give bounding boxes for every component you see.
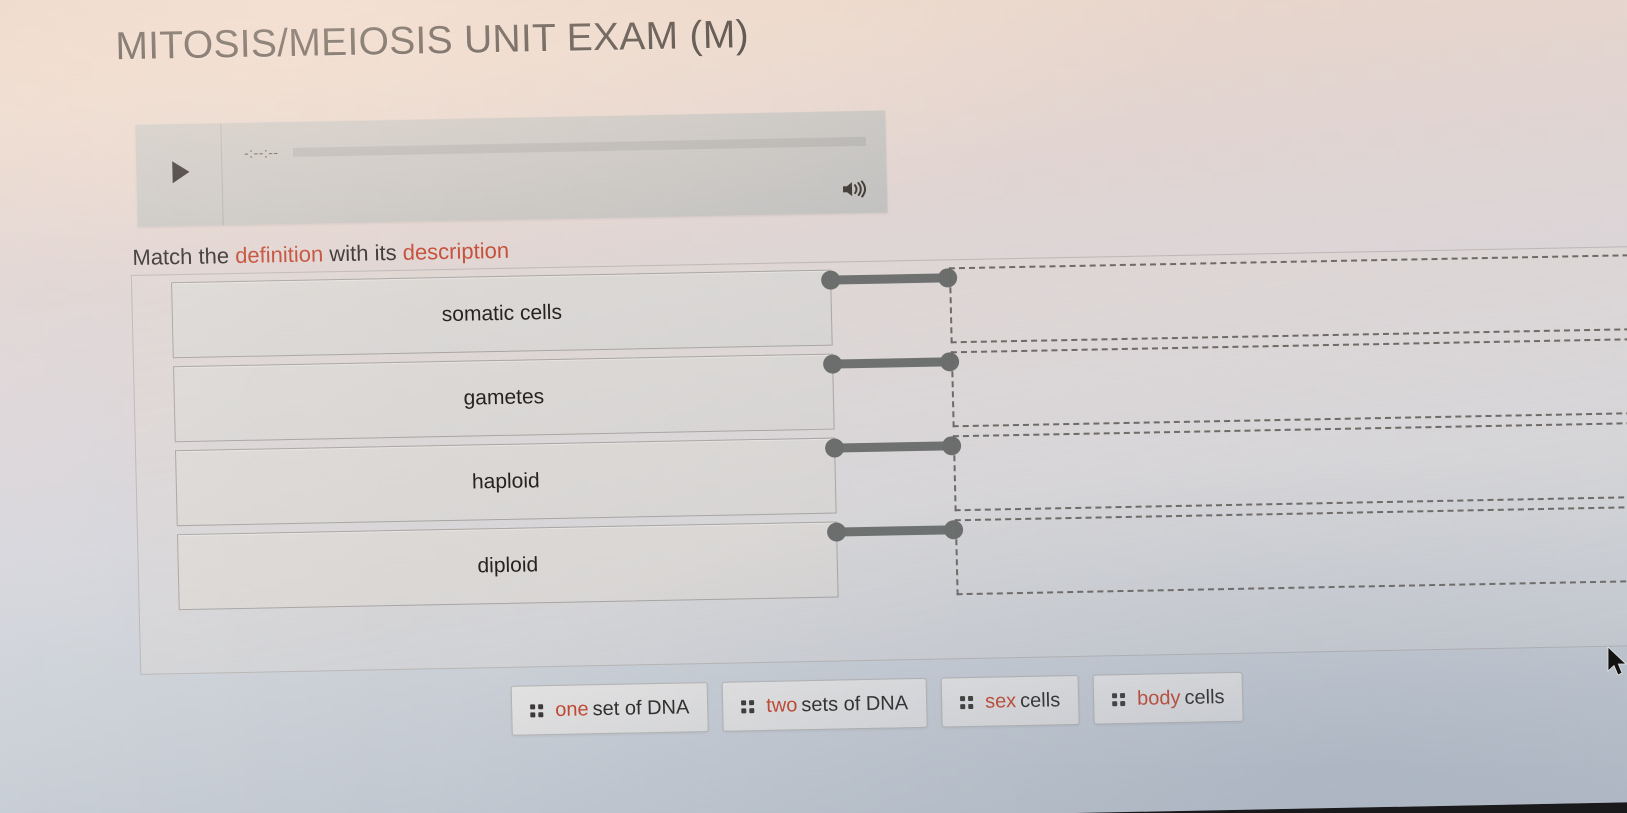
drag-handle-icon[interactable] xyxy=(530,703,544,717)
quiz-page: MITOSIS/MEIOSIS UNIT EXAM (M) -:--:-- Ma… xyxy=(0,0,1627,813)
answer-chip-rest: sets of DNA xyxy=(801,691,909,716)
answer-chip-rest: cells xyxy=(1184,685,1225,709)
answer-chip-0[interactable]: one set of DNA xyxy=(510,682,709,736)
answer-chip-word-1: two xyxy=(765,693,798,717)
match-rows: somatic cells gametes haploid diploid xyxy=(131,253,1627,618)
connector-dot-left[interactable] xyxy=(824,437,845,458)
audio-progress-bar[interactable] xyxy=(292,136,867,157)
match-connector-0[interactable] xyxy=(820,267,958,290)
audio-player-controls: -:--:-- xyxy=(221,111,886,162)
volume-button[interactable] xyxy=(839,177,870,202)
answer-chip-rest: cells xyxy=(1019,688,1061,712)
connector-bar xyxy=(833,440,954,453)
match-dropzone-0[interactable] xyxy=(948,253,1627,344)
connector-bar xyxy=(831,356,952,369)
match-dropzone-2[interactable] xyxy=(952,421,1627,512)
audio-player[interactable]: -:--:-- xyxy=(135,110,888,227)
connector-dot-left[interactable] xyxy=(826,521,847,542)
instruction-part-2: with its xyxy=(322,239,403,267)
photographed-screen: MITOSIS/MEIOSIS UNIT EXAM (M) -:--:-- Ma… xyxy=(0,0,1627,813)
page-title: MITOSIS/MEIOSIS UNIT EXAM (M) xyxy=(114,13,750,69)
speaker-icon xyxy=(842,180,867,198)
screen-surface: MITOSIS/MEIOSIS UNIT EXAM (M) -:--:-- Ma… xyxy=(0,0,1627,813)
answer-chip-word-1: one xyxy=(554,697,589,721)
play-button[interactable] xyxy=(135,123,224,227)
drag-handle-icon[interactable] xyxy=(959,695,974,709)
answer-chip-word-1: body xyxy=(1136,686,1181,710)
answer-chip-2[interactable]: sex cells xyxy=(940,674,1080,728)
match-term-1[interactable]: gametes xyxy=(173,353,835,443)
match-connector-1[interactable] xyxy=(822,351,960,374)
instruction-part-1: Match the xyxy=(132,243,236,271)
connector-bar xyxy=(834,524,956,537)
connector-dot-left[interactable] xyxy=(822,353,843,374)
instruction-highlight-definition: definition xyxy=(234,241,324,269)
connector-dot-left[interactable] xyxy=(820,269,841,290)
match-term-0[interactable]: somatic cells xyxy=(171,269,833,359)
connector-bar xyxy=(829,272,950,285)
audio-time-display: -:--:-- xyxy=(243,144,279,161)
answer-chip-rest: set of DNA xyxy=(592,695,690,720)
answer-chip-1[interactable]: two sets of DNA xyxy=(721,677,928,732)
match-term-3[interactable]: diploid xyxy=(176,521,839,611)
play-triangle-icon xyxy=(171,160,190,184)
drag-handle-icon[interactable] xyxy=(741,699,755,713)
answer-chip-3[interactable]: body cells xyxy=(1092,671,1245,725)
match-term-2[interactable]: haploid xyxy=(174,437,837,527)
match-dropzone-3[interactable] xyxy=(954,505,1627,596)
instruction-highlight-description: description xyxy=(402,237,510,265)
answer-bank: one set of DNA two sets of DNA sex cells bo… xyxy=(510,671,1245,736)
drag-handle-icon[interactable] xyxy=(1112,692,1126,706)
match-dropzone-1[interactable] xyxy=(950,337,1627,428)
match-connector-3[interactable] xyxy=(826,519,964,542)
match-connector-2[interactable] xyxy=(824,435,962,458)
answer-chip-word-1: sex xyxy=(984,689,1017,713)
instruction-text: Match the definition with its descriptio… xyxy=(132,238,509,271)
